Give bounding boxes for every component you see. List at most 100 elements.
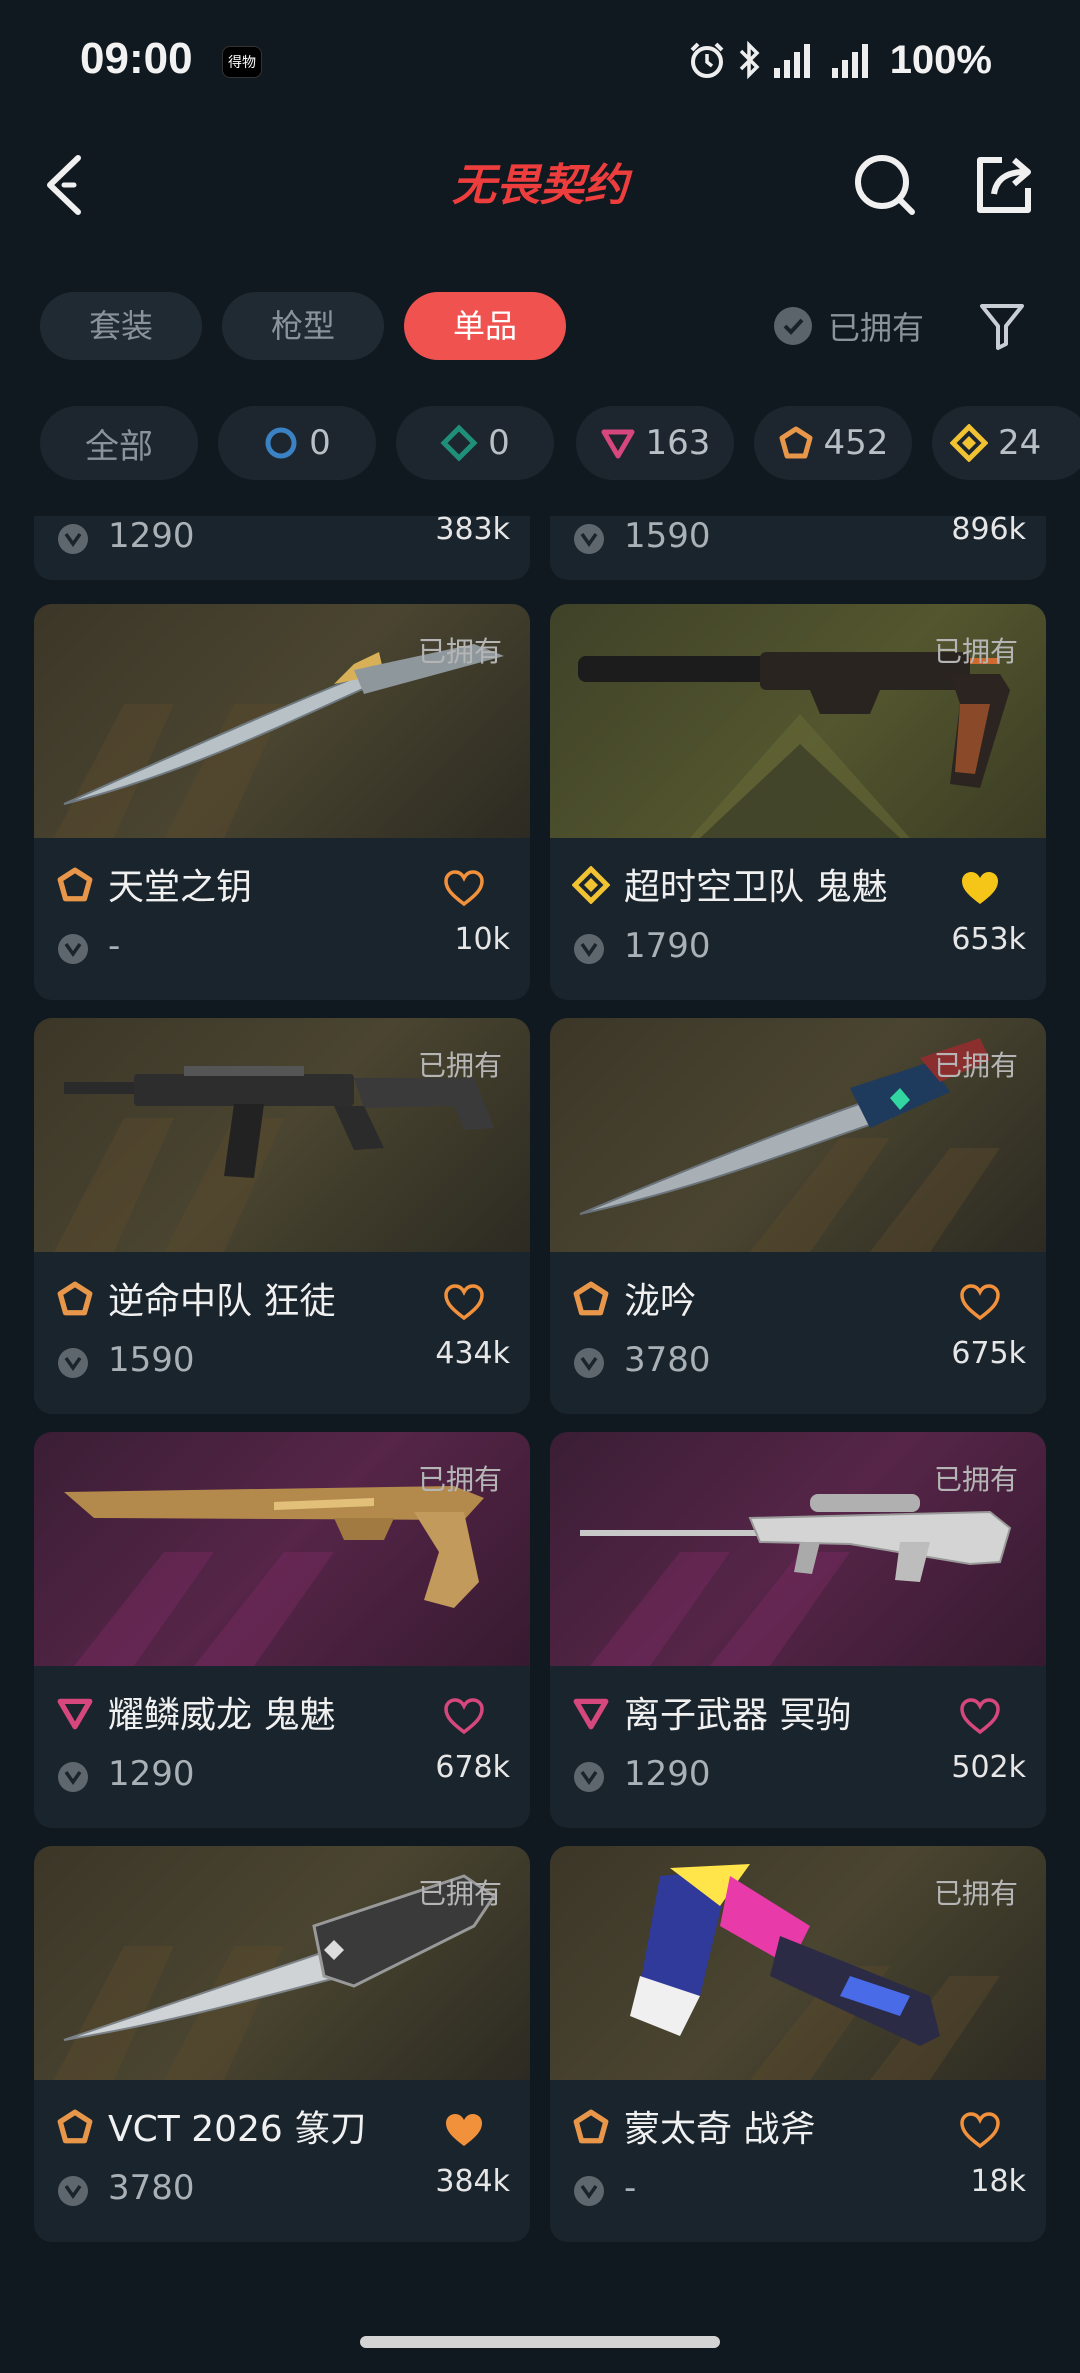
chip-count: 0 [488,423,510,463]
owned-filter-label: 已拥有 [828,309,925,347]
item-likes: 10k [454,922,510,957]
chip-premium-tier[interactable]: 163 [576,406,734,480]
chip-all-label: 全部 [85,426,153,467]
item-name: 泷吟 [624,1281,697,1322]
item-price: 1590 [108,1340,195,1380]
signal-icon-2 [831,44,868,78]
item-card[interactable]: 已拥有 耀鳞威龙 鬼魅 1290 678k [34,1432,530,1828]
item-image: 已拥有 [550,604,1046,838]
heart-outline-icon[interactable] [958,1282,1002,1322]
heart-outline-icon[interactable] [958,1696,1002,1736]
app-header: 无畏契约 [0,130,1080,240]
item-image: 已拥有 [550,1018,1046,1252]
item-card[interactable]: 已拥有 天堂之钥 - 10k [34,604,530,1000]
item-likes: 896k [951,516,1026,547]
category-tabs: 套装 枪型 单品 已拥有 [0,292,1080,364]
item-likes: 502k [951,1750,1026,1785]
ultra-tier-icon [572,866,610,904]
exclusive-tier-icon [573,1281,609,1316]
search-icon[interactable] [850,150,920,220]
owned-badge: 已拥有 [933,635,1018,668]
owned-badge: 已拥有 [933,1877,1018,1910]
chip-count: 24 [998,423,1042,463]
owned-badge: 已拥有 [417,1049,502,1082]
heart-outline-icon[interactable] [442,868,486,908]
exclusive-tier-icon [573,2109,609,2144]
item-likes: 675k [951,1336,1026,1371]
item-card[interactable]: 已拥有 超时空卫队 鬼魅 1790 653k [550,604,1046,1000]
item-price: 3780 [624,1340,711,1380]
vp-currency-icon [58,934,88,964]
item-price: 1290 [624,1754,711,1794]
share-icon[interactable] [968,150,1038,220]
item-card[interactable]: 已拥有 离子武器 冥驹 1290 502k [550,1432,1046,1828]
vp-currency-icon [574,1348,604,1378]
owned-badge: 已拥有 [417,1463,502,1496]
tab-single-items[interactable]: 单品 [404,292,566,360]
tab-bundles[interactable]: 套装 [40,292,202,360]
premium-tier-icon [601,429,635,459]
item-likes: 18k [970,2164,1026,2199]
item-likes: 678k [435,1750,510,1785]
tier-filter-chips: 全部 0 0 163 452 24 [0,406,1080,482]
item-card[interactable]: 已拥有 逆命中队 狂徒 1590 434k [34,1018,530,1414]
item-name: 耀鳞威龙 鬼魅 [108,1695,336,1736]
home-indicator[interactable] [360,2336,720,2348]
vp-currency-icon [58,524,88,554]
heart-outline-icon[interactable] [442,1282,486,1322]
vp-currency-icon [58,1348,88,1378]
item-price: - [108,926,121,966]
item-card[interactable]: 1290 383k [34,516,530,580]
exclusive-tier-icon [779,426,813,459]
item-card[interactable]: 1590 896k [550,516,1046,580]
owned-filter-toggle[interactable]: 已拥有 [774,298,924,354]
tab-weapon-types[interactable]: 枪型 [222,292,384,360]
filter-icon[interactable] [978,300,1026,352]
item-image: 已拥有 [34,604,530,838]
owned-badge: 已拥有 [417,1877,502,1910]
chip-count: 163 [645,423,711,463]
vp-currency-icon [574,2176,604,2206]
item-name: 蒙太奇 战斧 [624,2109,816,2150]
heart-filled-icon[interactable] [442,2110,486,2150]
item-name: 天堂之钥 [108,867,253,908]
item-card[interactable]: 已拥有 泷吟 3780 675k [550,1018,1046,1414]
notification-app-icon: 得物 [222,46,262,78]
status-icons: 100% [688,36,992,84]
item-card[interactable]: 已拥有 VCT 2026 篆刀 3780 384k [34,1846,530,2242]
heart-outline-icon[interactable] [442,1696,486,1736]
logo-text: 无畏契约 [452,160,633,211]
item-image: 已拥有 [550,1432,1046,1666]
vp-currency-icon [58,1762,88,1792]
chip-ultra-tier[interactable]: 24 [932,406,1080,480]
ultra-tier-icon [950,424,988,462]
item-price: 3780 [108,2168,195,2208]
item-name: 逆命中队 狂徒 [108,1281,336,1322]
vp-currency-icon [574,524,604,554]
item-card[interactable]: 已拥有 蒙太奇 战斧 - 18k [550,1846,1046,2242]
owned-badge: 已拥有 [933,1049,1018,1082]
item-likes: 384k [435,2164,510,2199]
item-likes: 383k [435,516,510,547]
chip-all[interactable]: 全部 [40,406,198,480]
exclusive-tier-icon [57,1281,93,1316]
item-image: 已拥有 [34,1018,530,1252]
chip-deluxe-tier[interactable]: 0 [396,406,554,480]
heart-filled-icon[interactable] [958,868,1002,908]
battery-percentage: 100% [889,37,992,82]
item-price: 1290 [108,516,195,556]
item-name: 超时空卫队 鬼魅 [624,867,888,908]
item-image: 已拥有 [34,1846,530,2080]
premium-tier-icon [57,1698,93,1730]
item-likes: 434k [435,1336,510,1371]
chip-count: 0 [309,423,331,463]
chip-select-tier[interactable]: 0 [218,406,376,480]
select-tier-icon [265,427,297,459]
back-icon[interactable] [40,150,100,220]
status-time: 09:00 [80,34,193,83]
item-price: 1590 [624,516,711,556]
vp-currency-icon [574,1762,604,1792]
owned-badge: 已拥有 [933,1463,1018,1496]
heart-outline-icon[interactable] [958,2110,1002,2150]
chip-exclusive-tier[interactable]: 452 [754,406,912,480]
